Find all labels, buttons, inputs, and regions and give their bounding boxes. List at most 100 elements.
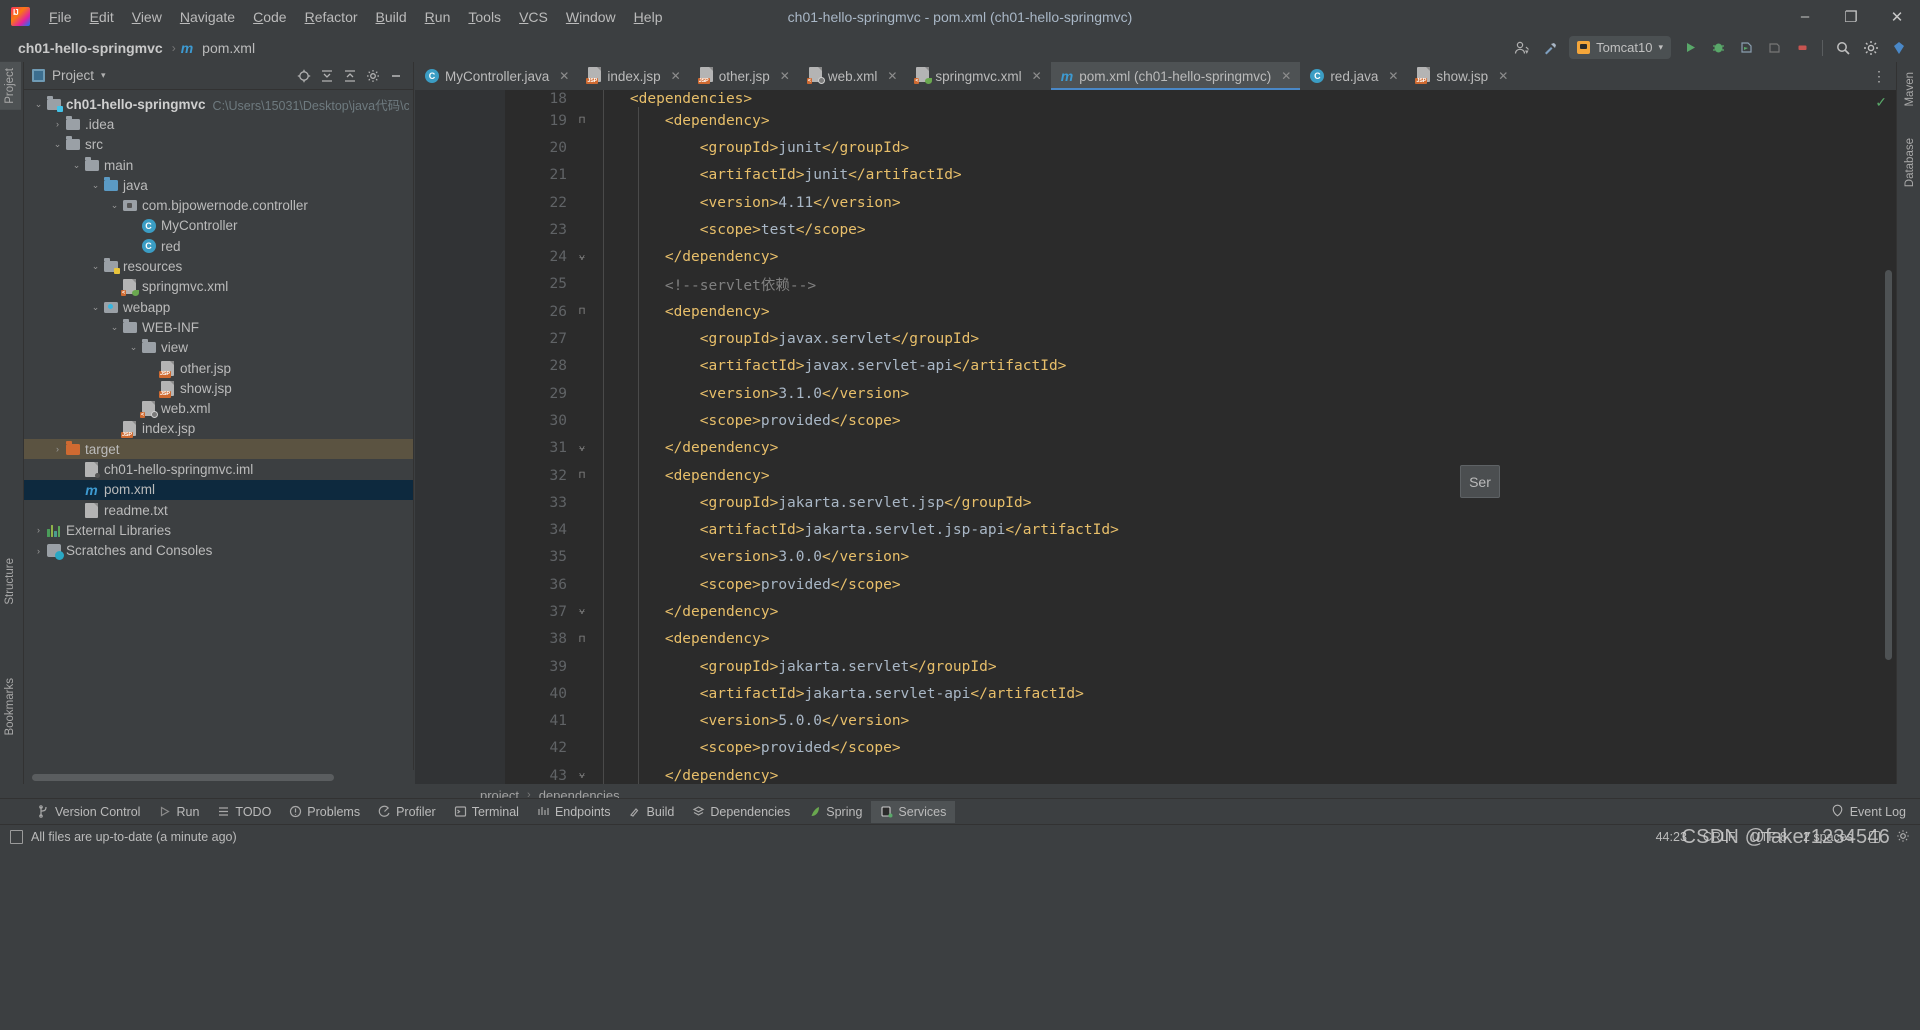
tool-window-button-run[interactable]: Run (149, 801, 208, 823)
chevron-down-icon[interactable]: ⌄ (89, 261, 102, 272)
file-encoding[interactable]: UTF-8 (1752, 830, 1787, 844)
stripe-structure[interactable]: Structure (0, 552, 21, 611)
tab-close-icon[interactable]: ✕ (671, 69, 681, 83)
code-line-23[interactable]: 23 <scope>test</scope> (505, 216, 1896, 244)
chevron-right-icon[interactable]: › (32, 546, 45, 556)
code-line-42[interactable]: 42 <scope>provided</scope> (505, 734, 1896, 763)
tree-node-view[interactable]: ⌄ view (24, 338, 413, 358)
code-line-32[interactable]: 32 ⊓ <dependency> (505, 461, 1896, 490)
settings-gear-icon[interactable] (362, 65, 384, 87)
code-line-33[interactable]: 33 <groupId>jakarta.servlet.jsp</groupId… (505, 489, 1896, 517)
code-line-28[interactable]: 28 <artifactId>javax.servlet-api</artifa… (505, 352, 1896, 380)
editor-tab-mycontroller-java[interactable]: C MyController.java ✕ (415, 62, 578, 90)
stripe-maven[interactable]: Maven (1899, 66, 1920, 113)
menu-item-refactor[interactable]: Refactor (296, 5, 367, 29)
stripe-database[interactable]: Database (1899, 132, 1920, 193)
code-line-20[interactable]: 20 <groupId>junit</groupId> (505, 134, 1896, 162)
run-with-coverage-icon[interactable] (1733, 36, 1759, 60)
project-panel-title-group[interactable]: Project ▾ (32, 68, 106, 83)
project-tree-hscrollbar[interactable] (24, 770, 414, 784)
editor-tab-springmvc-xml[interactable]: < springmvc.xml ✕ (906, 62, 1050, 90)
code-fold-marker[interactable]: ⩝ (575, 770, 589, 781)
menu-item-run[interactable]: Run (416, 5, 460, 29)
editor-tab-index-jsp[interactable]: JSP index.jsp ✕ (578, 62, 689, 90)
code-line-37[interactable]: 37 ⩝ </dependency> (505, 598, 1896, 626)
tree-node--idea[interactable]: › .idea (24, 114, 413, 134)
menu-item-navigate[interactable]: Navigate (171, 5, 244, 29)
editor-tab-web-xml[interactable]: < web.xml ✕ (799, 62, 907, 90)
chevron-down-icon[interactable]: ⌄ (108, 200, 121, 211)
gear-icon[interactable] (1896, 829, 1910, 846)
code-line-21[interactable]: 21 <artifactId>junit</artifactId> (505, 161, 1896, 189)
collapse-all-icon[interactable] (339, 65, 361, 87)
chevron-down-icon[interactable]: ⌄ (89, 302, 102, 313)
breadcrumb-project[interactable]: ch01-hello-springmvc (14, 38, 167, 58)
code-line-22[interactable]: 22 <version>4.11</version> (505, 188, 1896, 217)
search-everywhere-icon[interactable] (1830, 36, 1856, 60)
tree-node-webapp[interactable]: ⌄ webapp (24, 297, 413, 317)
tree-node-scratches-and-consoles[interactable]: › Scratches and Consoles (24, 541, 413, 561)
close-button[interactable]: ✕ (1874, 0, 1920, 33)
expand-all-icon[interactable] (316, 65, 338, 87)
run-icon[interactable] (1677, 36, 1703, 60)
locate-icon[interactable] (293, 65, 315, 87)
lock-icon[interactable] (1869, 831, 1880, 843)
code-line-41[interactable]: 41 <version>5.0.0</version> (505, 707, 1896, 735)
code-line-36[interactable]: 36 <scope>provided</scope> (505, 571, 1896, 599)
code-line-19[interactable]: 19 ⊓ <dependency> (505, 107, 1896, 135)
stripe-project[interactable]: Project (0, 62, 21, 110)
tab-close-icon[interactable]: ✕ (1388, 69, 1398, 83)
chevron-down-icon[interactable]: ⌄ (108, 322, 121, 333)
tool-window-button-version-control[interactable]: Version Control (28, 801, 149, 823)
tab-close-icon[interactable]: ✕ (1281, 69, 1291, 83)
menu-item-file[interactable]: File (40, 5, 81, 29)
maximize-button[interactable]: ❐ (1828, 0, 1874, 33)
menu-item-build[interactable]: Build (367, 5, 416, 29)
run-configuration-selector[interactable]: Tomcat10 ▾ (1569, 36, 1671, 59)
code-line-43[interactable]: 43 ⩝ </dependency> (505, 762, 1896, 784)
tree-node-pom-xml[interactable]: m pom.xml (24, 479, 413, 500)
code-fold-marker[interactable]: ⩝ (575, 606, 589, 617)
menu-item-help[interactable]: Help (625, 5, 672, 29)
code-line-40[interactable]: 40 <artifactId>jakarta.servlet-api</arti… (505, 680, 1896, 708)
menu-item-tools[interactable]: Tools (459, 5, 510, 29)
tree-node-web-inf[interactable]: ⌄ WEB-INF (24, 317, 413, 337)
chevron-down-icon[interactable]: ▾ (101, 70, 106, 81)
code-line-24[interactable]: 24 ⩝ </dependency> (505, 243, 1896, 271)
chevron-down-icon[interactable]: ⌄ (89, 180, 102, 191)
tree-node-index-jsp[interactable]: JSP index.jsp (24, 419, 413, 439)
profiler-icon[interactable] (1761, 36, 1787, 60)
tree-node-ch01-hello-springmvc-iml[interactable]: ch01-hello-springmvc.iml (24, 459, 413, 479)
chevron-right-icon[interactable]: › (51, 444, 64, 454)
user-avatar-icon[interactable]: ▾ (1509, 36, 1535, 60)
code-line-34[interactable]: 34 <artifactId>jakarta.servlet.jsp-api</… (505, 516, 1896, 544)
tool-window-button-spring[interactable]: Spring (799, 801, 871, 823)
menu-item-vcs[interactable]: VCS (510, 5, 557, 29)
tool-window-button-services[interactable]: Services (871, 800, 956, 823)
chevron-down-icon[interactable]: ⌄ (32, 99, 45, 110)
code-line-29[interactable]: 29 <version>3.1.0</version> (505, 379, 1896, 408)
tree-node-red[interactable]: Cred (24, 236, 413, 256)
editor-tab-pom-xml-ch01-hello-springmvc-[interactable]: m pom.xml (ch01-hello-springmvc) ✕ (1050, 62, 1301, 90)
code-fold-marker[interactable]: ⊓ (575, 115, 589, 126)
inspection-status-icon[interactable]: ✓ (1875, 94, 1887, 111)
code-fold-marker[interactable]: ⊓ (575, 634, 589, 645)
tab-close-icon[interactable]: ✕ (1032, 69, 1042, 83)
editor-tab-show-jsp[interactable]: JSP show.jsp ✕ (1407, 62, 1517, 90)
tree-node-src[interactable]: ⌄ src (24, 135, 413, 155)
line-separator[interactable]: CRLF (1703, 830, 1736, 844)
menu-bar[interactable]: File Edit View Navigate Code Refactor Build Run… (40, 0, 671, 33)
chevron-right-icon[interactable]: › (51, 119, 64, 129)
editor-tab-bar[interactable]: C MyController.java ✕ JSP index.jsp ✕ JSP other… (415, 62, 1896, 90)
tree-node-web-xml[interactable]: < web.xml (24, 398, 413, 419)
chevron-down-icon[interactable]: ⌄ (51, 139, 64, 150)
code-line-26[interactable]: 26 ⊓ <dependency> (505, 298, 1896, 326)
editor-vertical-scrollbar[interactable] (1885, 270, 1892, 660)
code-fold-marker[interactable]: ⊓ (575, 306, 589, 317)
tool-window-button-terminal[interactable]: Terminal (445, 801, 528, 823)
code-line-27[interactable]: 27 <groupId>javax.servlet</groupId> (505, 325, 1896, 353)
menu-item-view[interactable]: View (123, 5, 171, 29)
code-editor[interactable]: 18 <dependencies> 19 ⊓ <dependency> 20 <gro… (415, 90, 1896, 784)
tool-window-button-dependencies[interactable]: Dependencies (683, 801, 799, 823)
tree-node-target[interactable]: › target (24, 439, 413, 460)
